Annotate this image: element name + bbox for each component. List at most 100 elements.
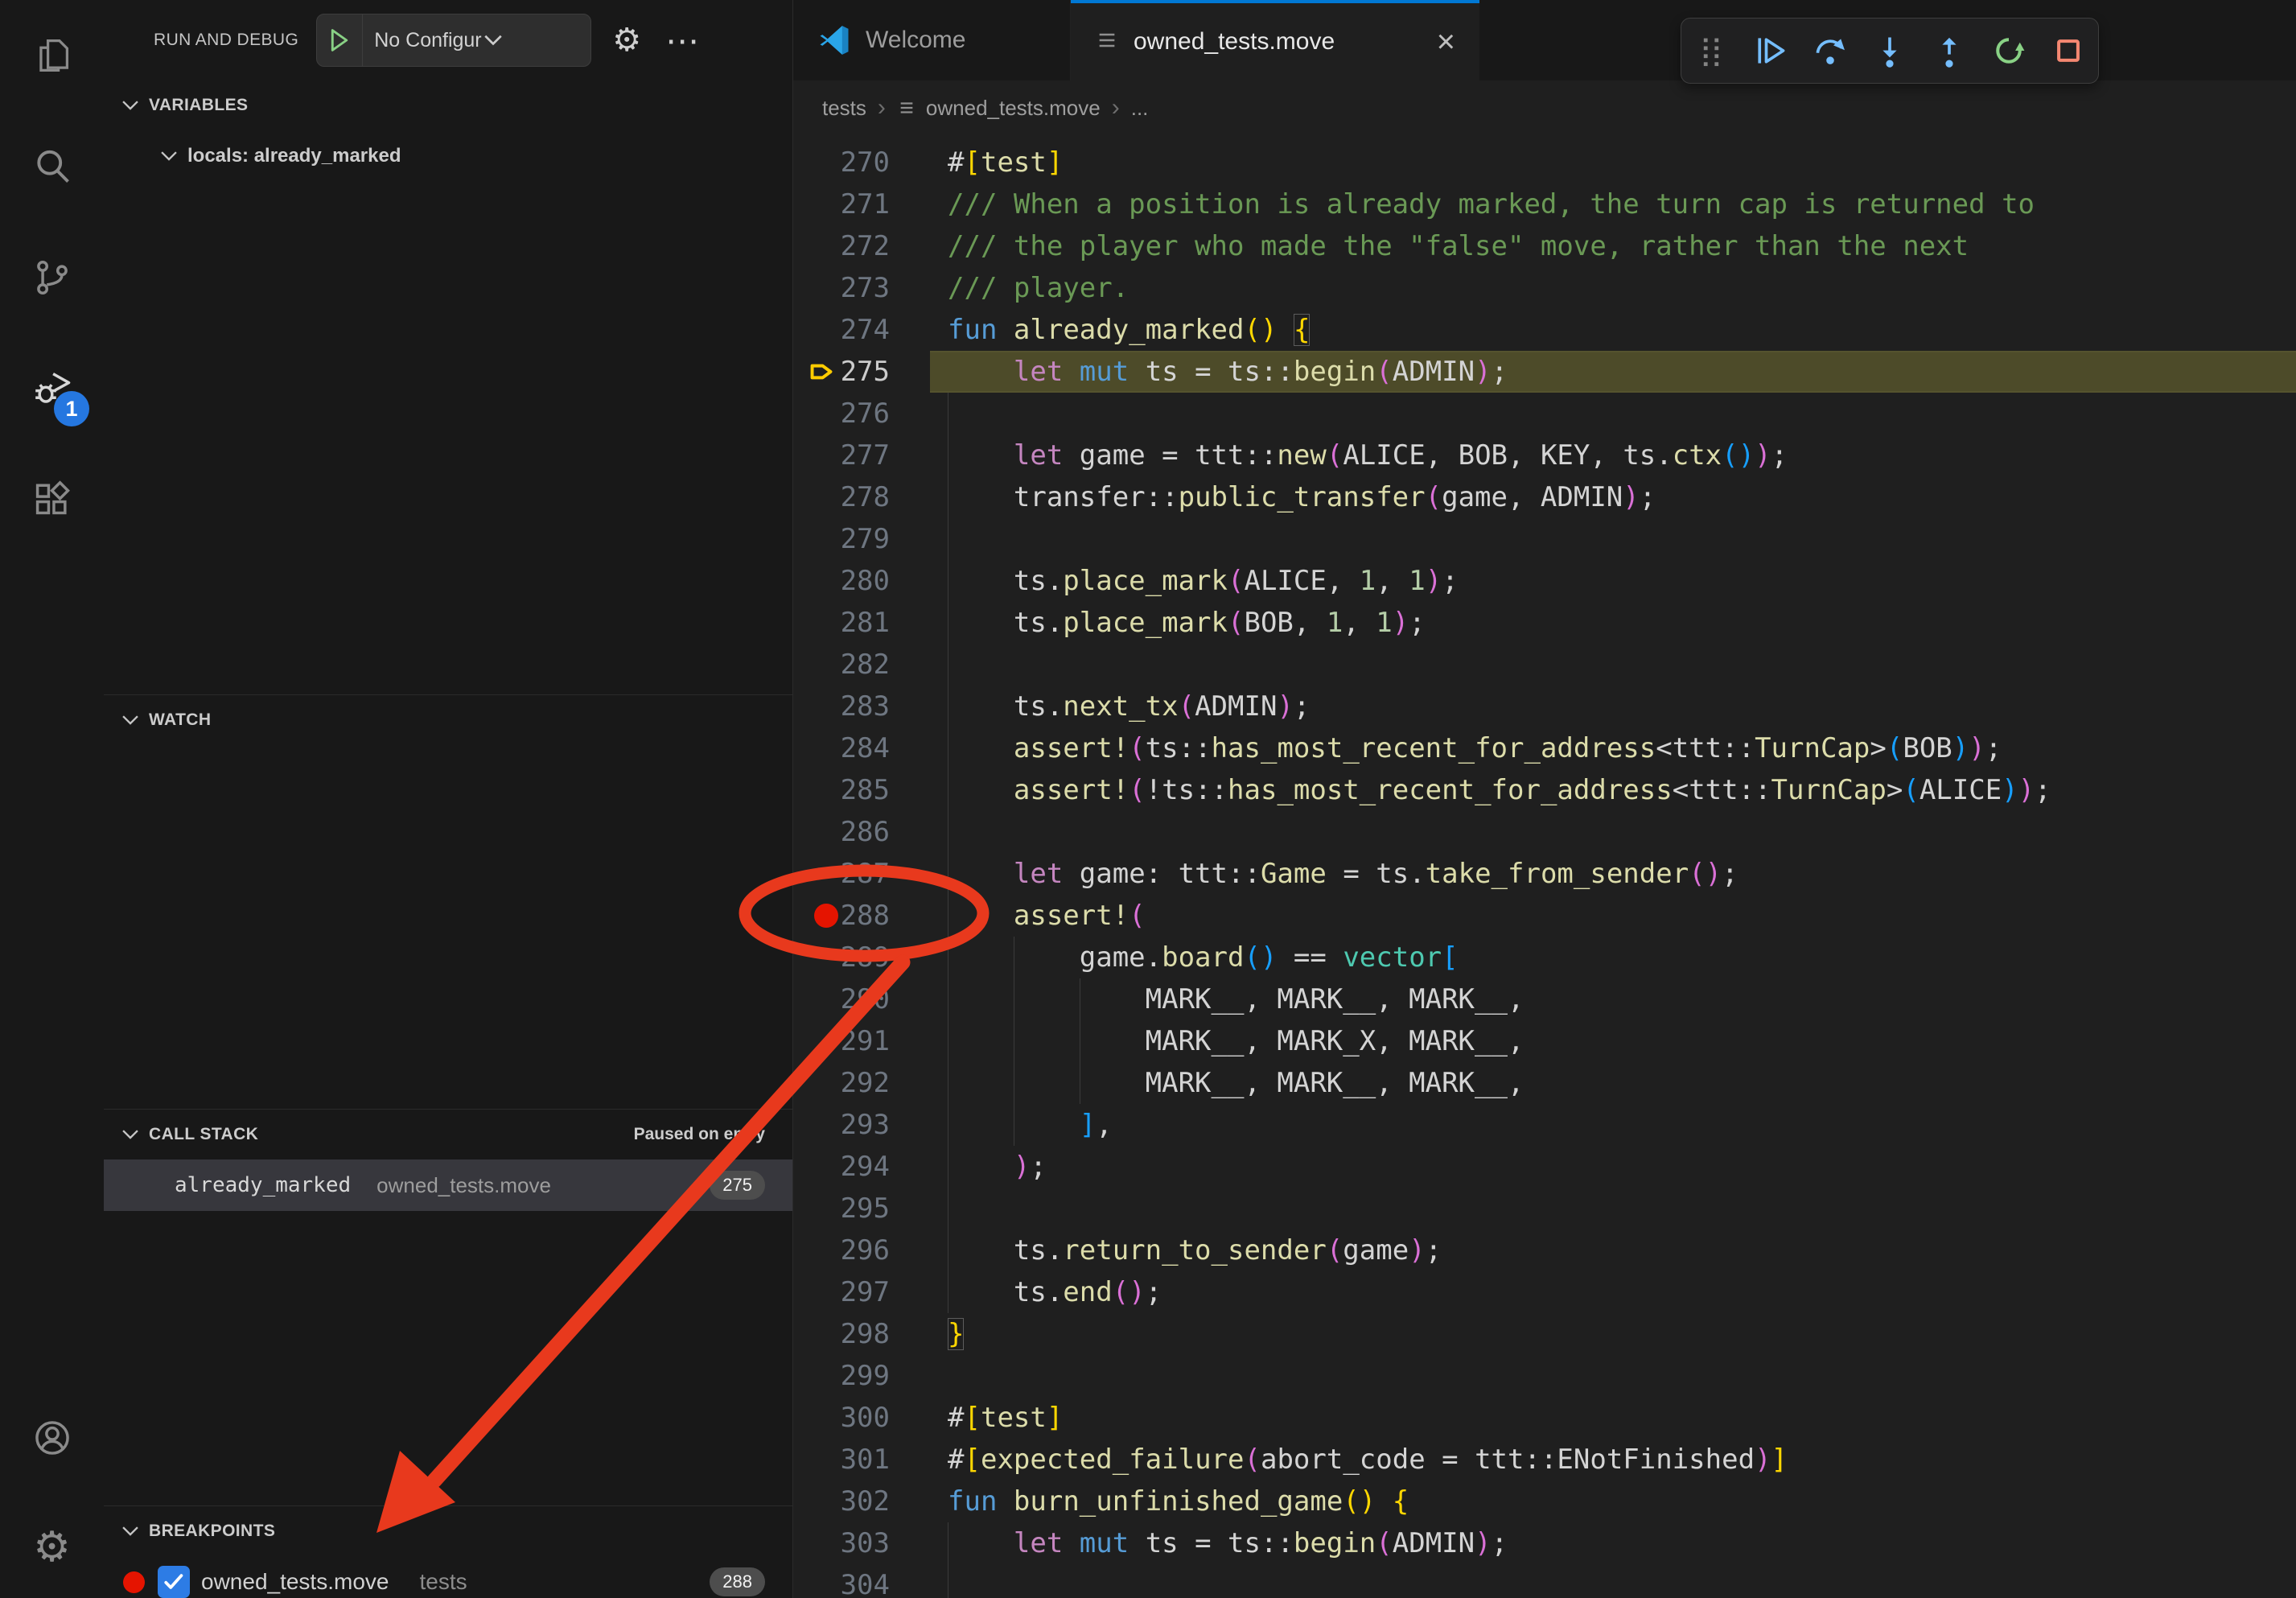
run-and-debug-icon[interactable]: 1 [0,333,104,444]
close-icon[interactable]: × [1437,26,1455,58]
line-number[interactable]: 273 [825,267,890,309]
line-content[interactable]: assert!( [930,895,2296,937]
code-line-271[interactable]: 271/// When a position is already marked… [793,183,2296,225]
code-line-276[interactable]: 276 [793,393,2296,435]
restart-icon[interactable] [1983,25,2035,76]
code-line-296[interactable]: 296 ts.return_to_sender(game); [793,1229,2296,1271]
step-over-icon[interactable] [1804,25,1856,76]
line-number[interactable]: 303 [825,1522,890,1564]
call-stack-section-header[interactable]: CALL STACK Paused on entry [104,1110,792,1159]
line-content[interactable]: ts.place_mark(ALICE, 1, 1); [930,560,2296,602]
line-content[interactable]: let game: ttt::Game = ts.take_from_sende… [930,853,2296,895]
code-line-282[interactable]: 282 [793,644,2296,686]
breadcrumb-tests[interactable]: tests [822,96,866,121]
stop-icon[interactable] [2043,25,2094,76]
line-number[interactable]: 292 [825,1062,890,1104]
code-line-275[interactable]: 275 let mut ts = ts::begin(ADMIN); [793,351,2296,393]
code-line-302[interactable]: 302 fun burn_unfinished_game() { [793,1481,2296,1522]
line-content[interactable]: fun burn_unfinished_game() { [930,1481,2296,1522]
line-content[interactable]: ts.return_to_sender(game); [930,1229,2296,1271]
code-line-273[interactable]: 273 /// player. [793,267,2296,309]
line-number[interactable]: 300 [825,1397,890,1439]
line-content[interactable]: let mut ts = ts::begin(ADMIN); [930,1522,2296,1564]
line-content[interactable]: ); [930,1146,2296,1188]
code-line-292[interactable]: 292 MARK__, MARK__, MARK__, [793,1062,2296,1104]
code-line-289[interactable]: 289 game.board() == vector[ [793,937,2296,978]
line-number[interactable]: 272 [825,225,890,267]
breadcrumb-symbol[interactable]: ... [1131,96,1149,121]
line-content[interactable]: transfer::public_transfer(game, ADMIN); [930,476,2296,518]
line-content[interactable] [930,811,2296,853]
line-content[interactable]: game.board() == vector[ [930,937,2296,978]
line-content[interactable]: /// player. [930,267,2296,309]
line-number[interactable]: 293 [825,1104,890,1146]
code-line-294[interactable]: 294 ); [793,1146,2296,1188]
line-content[interactable] [930,1564,2296,1598]
line-content[interactable]: assert!(ts::has_most_recent_for_address<… [930,727,2296,769]
code-line-281[interactable]: 281 ts.place_mark(BOB, 1, 1); [793,602,2296,644]
step-into-icon[interactable] [1864,25,1915,76]
line-content[interactable]: ts.place_mark(BOB, 1, 1); [930,602,2296,644]
line-number[interactable]: 291 [825,1020,890,1062]
account-icon[interactable] [0,1382,104,1493]
line-content[interactable]: ts.next_tx(ADMIN); [930,686,2296,727]
line-content[interactable]: #[expected_failure(abort_code = ttt::ENo… [930,1439,2296,1481]
breakpoint-row[interactable]: owned_tests.move tests 288 [104,1556,792,1598]
extensions-icon[interactable] [0,444,104,555]
code-line-300[interactable]: 300#[test] [793,1397,2296,1439]
line-number[interactable]: 284 [825,727,890,769]
line-number[interactable]: 283 [825,686,890,727]
code-line-290[interactable]: 290 MARK__, MARK__, MARK__, [793,978,2296,1020]
code-line-288[interactable]: 288 assert!( [793,895,2296,937]
explorer-icon[interactable] [0,0,104,111]
breadcrumb-file[interactable]: owned_tests.move [926,96,1101,121]
watch-section-header[interactable]: WATCH [104,695,792,745]
code-line-287[interactable]: 287 let game: ttt::Game = ts.take_from_s… [793,853,2296,895]
line-content[interactable]: MARK__, MARK_X, MARK__, [930,1020,2296,1062]
settings-gear-icon[interactable]: ⚙ [0,1492,104,1598]
code-line-279[interactable]: 279 [793,518,2296,560]
code-line-298[interactable]: 298} [793,1313,2296,1355]
code-line-295[interactable]: 295 [793,1188,2296,1229]
line-number[interactable]: 290 [825,978,890,1020]
line-content[interactable] [930,1355,2296,1397]
line-number[interactable]: 296 [825,1229,890,1271]
code-line-303[interactable]: 303 let mut ts = ts::begin(ADMIN); [793,1522,2296,1564]
search-icon[interactable] [0,111,104,222]
tab-welcome[interactable]: Welcome [793,0,1071,80]
tab-owned-tests[interactable]: owned_tests.move × [1071,0,1479,80]
source-control-icon[interactable] [0,222,104,333]
line-content[interactable]: #[test] [930,142,2296,183]
stack-frame-row[interactable]: already_marked owned_tests.move 275 [104,1159,792,1211]
line-content[interactable] [930,644,2296,686]
line-number[interactable]: 301 [825,1439,890,1481]
line-content[interactable]: MARK__, MARK__, MARK__, [930,978,2296,1020]
line-number[interactable]: 304 [825,1564,890,1598]
code-line-304[interactable]: 304 [793,1564,2296,1598]
breakpoints-section-header[interactable]: BREAKPOINTS [104,1506,792,1556]
code-line-272[interactable]: 272 /// the player who made the "false" m… [793,225,2296,267]
line-number[interactable]: 270 [825,142,890,183]
line-number[interactable]: 288 [825,895,890,937]
more-actions-icon[interactable]: ⋯ [665,21,701,60]
line-number[interactable]: 285 [825,769,890,811]
line-number[interactable]: 287 [825,853,890,895]
toolbar-gripper-icon[interactable] [1685,25,1737,76]
code-line-291[interactable]: 291 MARK__, MARK_X, MARK__, [793,1020,2296,1062]
code-line-299[interactable]: 299 [793,1355,2296,1397]
code-line-270[interactable]: 270 #[test] [793,142,2296,183]
line-number[interactable]: 302 [825,1481,890,1522]
line-number[interactable]: 279 [825,518,890,560]
line-content[interactable]: ts.end(); [930,1271,2296,1313]
breakpoint-checkbox[interactable] [158,1566,190,1598]
line-number[interactable]: 289 [825,937,890,978]
code-editor[interactable]: 270 #[test]271/// When a position is alre… [793,135,2296,1598]
code-line-285[interactable]: 285 assert!(!ts::has_most_recent_for_add… [793,769,2296,811]
line-number[interactable]: 295 [825,1188,890,1229]
line-content[interactable] [930,393,2296,435]
line-content[interactable]: /// the player who made the "false" move… [930,225,2296,267]
step-out-icon[interactable] [1924,25,1975,76]
variables-scope-locals[interactable]: locals: already_marked [104,130,792,182]
line-number[interactable]: 277 [825,435,890,476]
line-number[interactable]: 282 [825,644,890,686]
